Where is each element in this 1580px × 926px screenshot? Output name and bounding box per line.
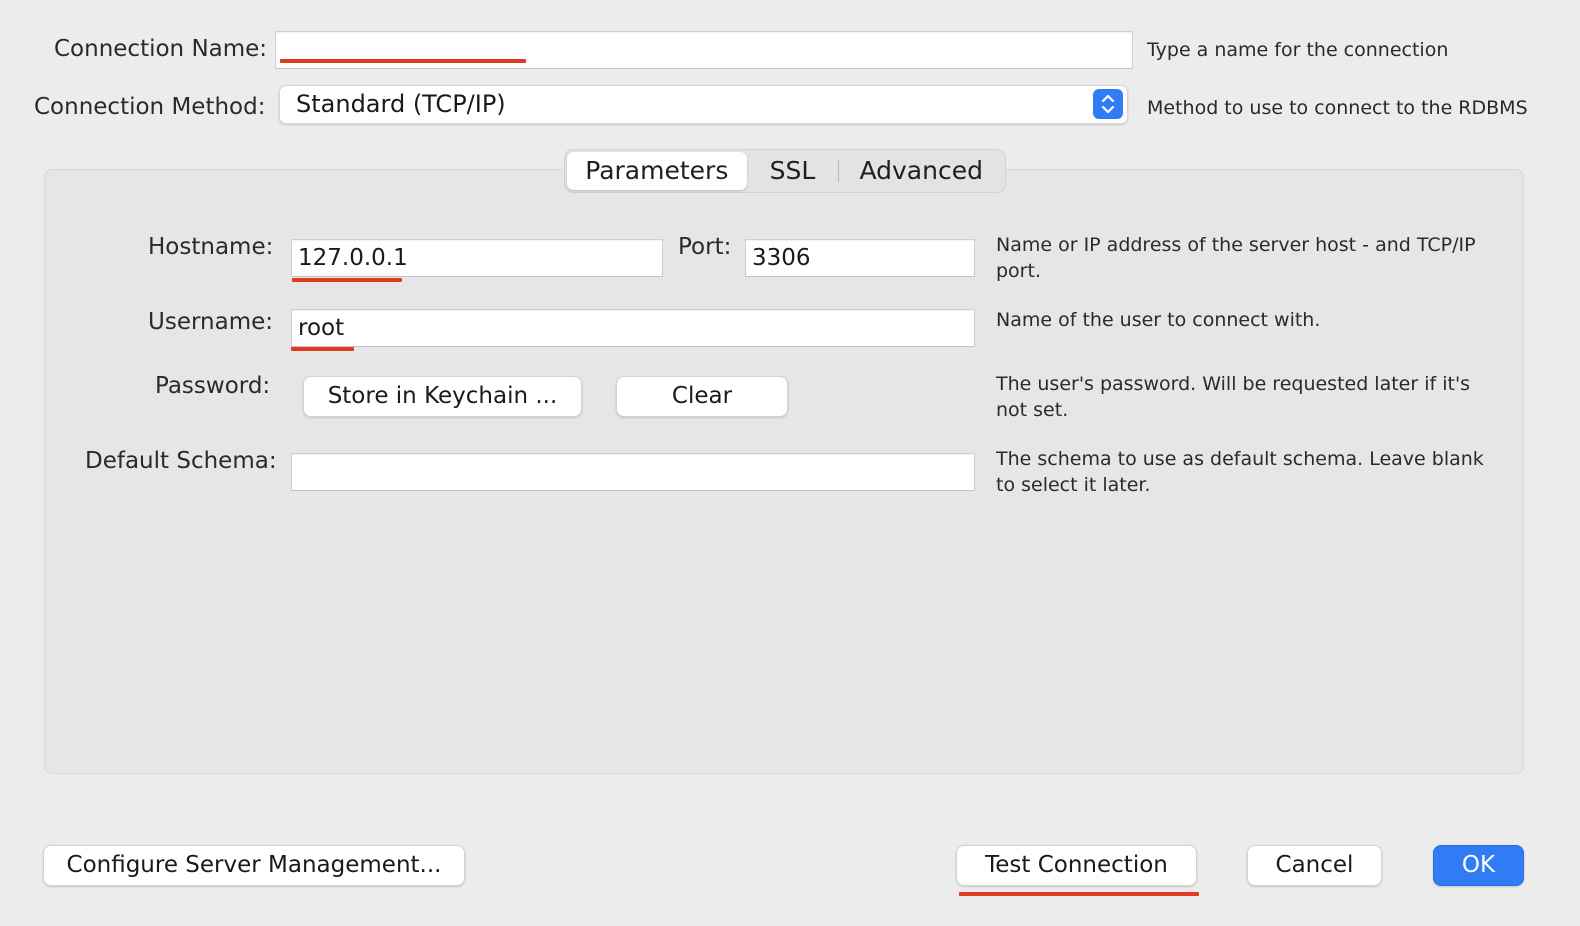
ok-button[interactable]: OK (1433, 845, 1524, 886)
hostname-highlight (292, 278, 402, 282)
connection-method-hint: Method to use to connect to the RDBMS (1147, 97, 1528, 119)
port-input[interactable]: 3306 (745, 239, 975, 277)
connection-method-value: Standard (TCP/IP) (296, 90, 506, 118)
test-connection-button[interactable]: Test Connection (956, 845, 1197, 886)
password-label: Password: (155, 373, 271, 399)
default-schema-input[interactable] (291, 453, 975, 491)
username-label: Username: (148, 309, 273, 335)
username-hint: Name of the user to connect with. (996, 309, 1321, 331)
password-hint: The user's password. Will be requested l… (996, 373, 1471, 421)
connection-name-hint: Type a name for the connection (1147, 39, 1449, 61)
tab-bar: Parameters SSL Advanced (564, 149, 1006, 193)
connection-name-highlight (280, 59, 526, 63)
connection-method-label: Connection Method: (34, 94, 266, 120)
hostname-label: Hostname: (148, 234, 274, 260)
connection-method-select[interactable]: Standard (TCP/IP) (279, 85, 1128, 124)
connection-name-input[interactable] (275, 31, 1133, 69)
default-schema-hint: The schema to use as default schema. Lea… (996, 448, 1484, 496)
test-connection-highlight (959, 892, 1199, 896)
cancel-button[interactable]: Cancel (1247, 845, 1382, 886)
default-schema-label: Default Schema: (85, 448, 277, 474)
tab-parameters[interactable]: Parameters (567, 152, 747, 190)
tab-advanced[interactable]: Advanced (839, 152, 1003, 190)
store-in-keychain-button[interactable]: Store in Keychain ... (303, 376, 582, 417)
hostname-input[interactable]: 127.0.0.1 (291, 239, 663, 277)
clear-password-button[interactable]: Clear (616, 376, 788, 417)
configure-server-management-button[interactable]: Configure Server Management... (43, 845, 465, 886)
connection-name-label: Connection Name: (54, 36, 268, 62)
host-hint: Name or IP address of the server host - … (996, 234, 1476, 282)
chevron-up-down-icon (1093, 89, 1123, 119)
tab-ssl[interactable]: SSL (747, 152, 839, 190)
username-input[interactable]: root (291, 309, 975, 347)
username-highlight (291, 347, 354, 351)
port-label: Port: (678, 234, 732, 260)
